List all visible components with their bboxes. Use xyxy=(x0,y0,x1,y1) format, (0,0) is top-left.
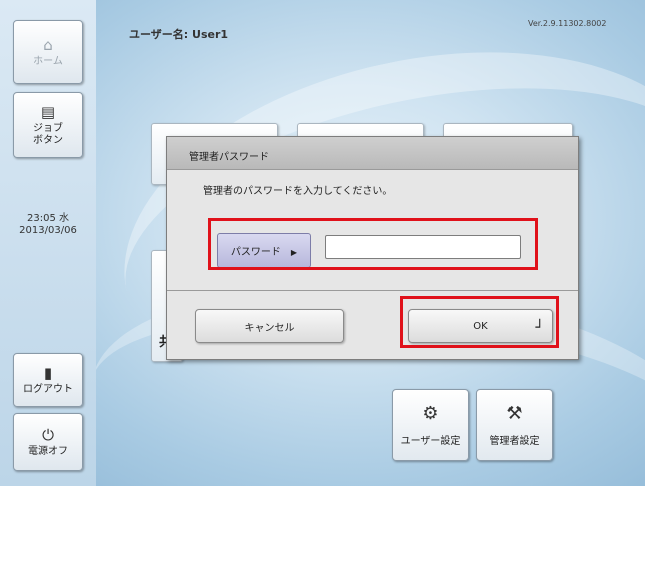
power-off-button[interactable]: ⏻ 電源オフ xyxy=(13,413,83,471)
password-highlight-box xyxy=(208,218,538,270)
logout-icon: ▮ xyxy=(43,363,53,382)
admin-settings-label: 管理者設定 xyxy=(489,436,540,447)
job-button[interactable]: ▤ ジョブ ボタン xyxy=(13,92,83,158)
home-icon: ⌂ xyxy=(43,35,53,54)
dialog-title-bar: 管理者パスワード xyxy=(167,137,578,170)
home-label: ホーム xyxy=(33,55,63,67)
dialog-title: 管理者パスワード xyxy=(189,152,269,163)
logout-label: ログアウト xyxy=(23,383,73,395)
dialog-message: 管理者のパスワードを入力してください。 xyxy=(203,186,393,197)
dialog-divider xyxy=(167,290,578,291)
logout-button[interactable]: ▮ ログアウト xyxy=(13,353,83,407)
admin-settings-button[interactable]: ⚒ 管理者設定 xyxy=(476,389,553,461)
user-settings-label: ユーザー設定 xyxy=(400,436,461,447)
clock-date: 2013/03/06 xyxy=(19,224,77,236)
power-label: 電源オフ xyxy=(28,445,68,457)
cancel-label: キャンセル xyxy=(244,322,295,334)
cancel-button[interactable]: キャンセル xyxy=(195,309,344,343)
user-settings-icon: ⚙ xyxy=(422,403,439,424)
power-icon: ⏻ xyxy=(42,425,54,444)
home-button[interactable]: ⌂ ホーム xyxy=(13,20,83,84)
clock: 23:05 水 2013/03/06 xyxy=(8,213,88,236)
user-settings-button[interactable]: ⚙ ユーザー設定 xyxy=(392,389,469,461)
ok-highlight-box xyxy=(400,296,559,348)
clock-time: 23:05 水 xyxy=(27,213,69,224)
job-icon: ▤ xyxy=(40,102,56,121)
username-label: ユーザー名: User1 xyxy=(129,28,229,41)
admin-settings-icon: ⚒ xyxy=(506,403,523,424)
version-label: Ver.2.9.11302.8002 xyxy=(528,19,607,28)
job-label: ジョブ ボタン xyxy=(33,123,63,146)
